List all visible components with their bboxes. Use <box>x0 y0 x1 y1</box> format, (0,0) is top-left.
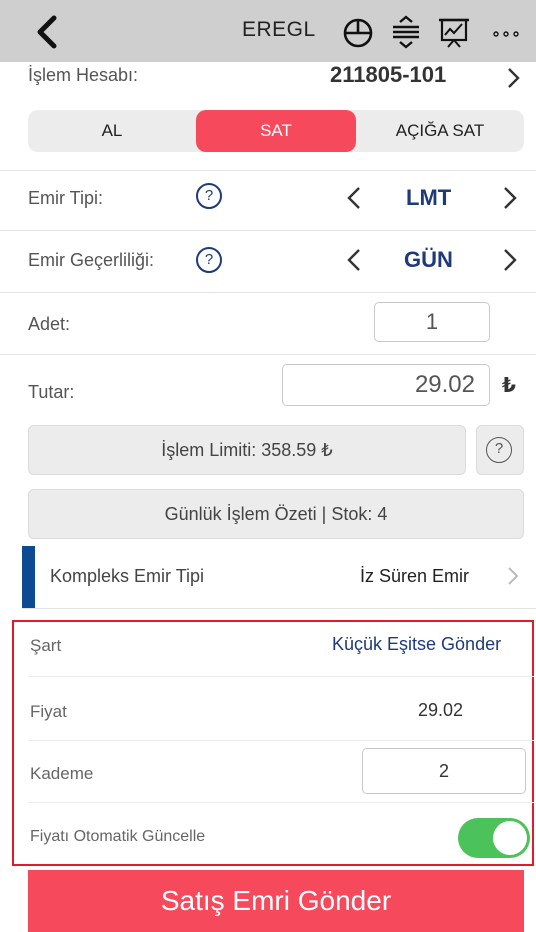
quantity-label: Adet: <box>28 314 71 334</box>
chevron-right-icon[interactable] <box>500 184 520 212</box>
account-number: 211805-101 <box>330 62 447 87</box>
amount-row: Tutar: 29.02 ₺ <box>0 356 536 416</box>
condition-panel: Şart Küçük Eşitse Gönder Fiyat 29.02 Kad… <box>12 620 534 866</box>
accent-bar <box>22 546 35 608</box>
condition-value[interactable]: Küçük Eşitse Gönder <box>332 634 501 655</box>
order-side-segment: AL SAT AÇIĞA SAT <box>28 110 524 152</box>
help-icon[interactable]: ? <box>196 247 222 273</box>
divider <box>22 608 536 609</box>
price-value: 29.02 <box>418 700 464 720</box>
more-icon[interactable] <box>488 14 524 50</box>
auto-update-toggle[interactable] <box>458 818 530 858</box>
buy-tab[interactable]: AL <box>28 110 196 152</box>
submit-sell-order-button[interactable]: Satış Emri Gönder <box>28 870 524 932</box>
complex-order-label: Kompleks Emir Tipi <box>50 566 205 586</box>
step-input[interactable]: 2 <box>362 748 526 794</box>
divider <box>28 802 534 803</box>
short-sell-tab[interactable]: AÇIĞA SAT <box>356 110 524 152</box>
toggle-knob <box>493 821 527 855</box>
auto-update-label: Fiyatı Otomatik Güncelle <box>30 828 206 845</box>
price-label: Fiyat <box>30 702 67 721</box>
pie-chart-icon[interactable] <box>340 14 376 50</box>
chevron-right-icon <box>508 567 519 585</box>
divider <box>0 230 536 231</box>
back-icon[interactable] <box>28 12 68 52</box>
quantity-input[interactable]: 1 <box>374 302 490 342</box>
validity-row: Emir Geçerliliği: ? GÜN <box>0 232 536 288</box>
amount-label: Tutar: <box>28 382 75 402</box>
divider <box>28 676 534 677</box>
presentation-chart-icon[interactable] <box>436 14 472 50</box>
account-row[interactable]: İşlem Hesabı: 211805-101 <box>0 62 536 100</box>
order-type-row: Emir Tipi: ? LMT <box>0 172 536 228</box>
daily-summary-button[interactable]: Günlük İşlem Özeti | Stok: 4 <box>28 489 524 539</box>
chevron-right-icon[interactable] <box>500 246 520 274</box>
divider <box>0 292 536 293</box>
quantity-row: Adet: 1 <box>0 294 536 350</box>
chevron-right-icon[interactable] <box>504 64 524 92</box>
account-label: İşlem Hesabı: <box>28 65 139 85</box>
limit-help-button[interactable]: ? <box>476 425 524 475</box>
divider <box>28 740 534 741</box>
chevron-left-icon[interactable] <box>344 246 364 274</box>
sort-icon[interactable] <box>388 14 424 50</box>
help-icon: ? <box>486 437 512 463</box>
divider <box>0 170 536 171</box>
top-bar: EREGL <box>0 0 536 62</box>
stock-symbol: EREGL <box>242 18 316 41</box>
validity-value: GÜN <box>404 247 453 272</box>
step-label: Kademe <box>30 764 94 783</box>
complex-order-value: İz Süren Emir <box>360 566 470 586</box>
chevron-left-icon[interactable] <box>344 184 364 212</box>
trade-limit-button[interactable]: İşlem Limiti: 358.59 ₺ <box>28 425 466 475</box>
amount-input[interactable]: 29.02 <box>282 364 490 406</box>
order-type-value: LMT <box>406 185 452 210</box>
currency-symbol: ₺ <box>502 375 516 397</box>
sell-tab[interactable]: SAT <box>196 110 356 152</box>
help-icon[interactable]: ? <box>196 183 222 209</box>
validity-label: Emir Geçerliliği: <box>28 250 155 270</box>
condition-label: Şart <box>30 636 62 655</box>
divider <box>0 354 536 355</box>
order-type-label: Emir Tipi: <box>28 188 104 208</box>
complex-order-row[interactable]: Kompleks Emir Tipi İz Süren Emir <box>22 546 536 608</box>
